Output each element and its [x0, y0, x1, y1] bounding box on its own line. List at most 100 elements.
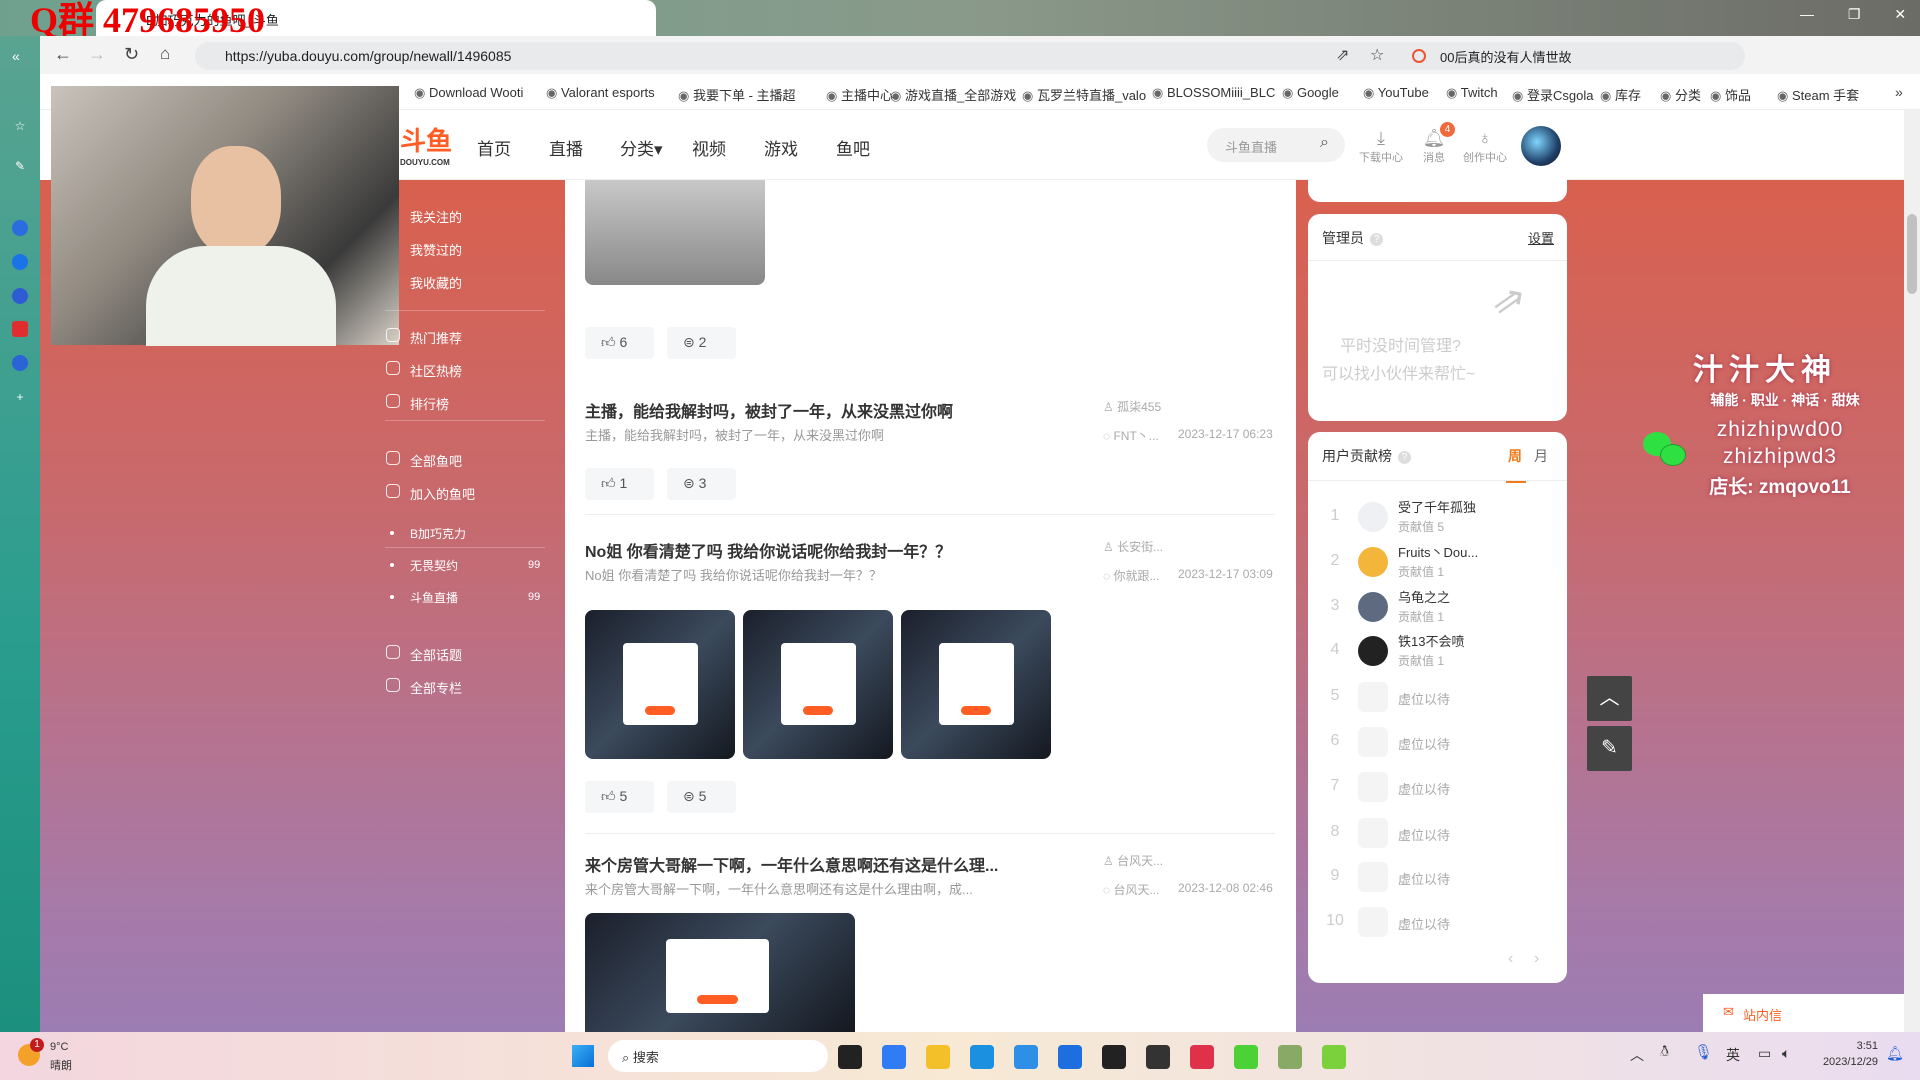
bookmark-item[interactable]: ◉ Steam 手套 — [1777, 85, 1859, 104]
post-image[interactable] — [585, 180, 765, 285]
search-suggestion[interactable]: 00后真的没有人情世故 — [1440, 47, 1571, 66]
bookmark-item[interactable]: ◉ Download Wooti — [414, 85, 523, 101]
ime-indicator[interactable]: 英 — [1726, 1045, 1740, 1065]
joined-group-item[interactable]: 斗鱼直播 — [410, 589, 458, 606]
comment-button[interactable]: ⊜ 5 — [667, 781, 736, 813]
nav-item[interactable]: 首页 — [477, 135, 511, 160]
volume-icon[interactable]: 🔈︎ — [1782, 1045, 1790, 1062]
bookmark-item[interactable]: ◉ 游戏直播_全部游戏 — [890, 85, 1016, 104]
bookmark-item[interactable]: ◉ 库存 — [1600, 85, 1641, 104]
post-author[interactable]: ♙ 台风天... — [1103, 852, 1163, 869]
last-replier[interactable]: ◌ 台风天... — [1103, 881, 1159, 898]
tab-week[interactable]: 周 — [1508, 446, 1522, 466]
taskbar-app-icon[interactable] — [1190, 1045, 1214, 1069]
post-image[interactable] — [901, 610, 1051, 759]
draw-icon[interactable]: ✎ — [12, 158, 28, 174]
joined-group-item[interactable]: 无畏契约 — [410, 557, 458, 574]
taskbar-app-icon[interactable] — [1278, 1045, 1302, 1069]
left-nav-item[interactable]: 社区热榜 — [410, 361, 462, 380]
bookmark-item[interactable]: ◉ 我要下单 - 主播超 — [678, 85, 796, 104]
left-nav-item[interactable]: 我赞过的 — [410, 240, 462, 259]
microphone-icon[interactable]: 🎙︎ — [1694, 1043, 1713, 1061]
app-icon[interactable] — [12, 288, 28, 304]
contributor-name[interactable]: 铁13不会喷 — [1398, 631, 1464, 650]
bookmark-item[interactable]: ◉ YouTube — [1363, 85, 1429, 101]
like-button[interactable]: 👍︎ 1 — [585, 468, 654, 500]
left-nav-item[interactable]: 加入的鱼吧 — [410, 484, 475, 503]
app-icon[interactable] — [12, 254, 28, 270]
post-title[interactable]: No姐 你看清楚了吗 我给你说话呢你给我封一年？？ — [585, 538, 951, 562]
download-center-button[interactable]: ⤓ 下载中心 — [1356, 127, 1406, 165]
add-icon[interactable]: + — [12, 389, 28, 405]
notification-bell-icon[interactable]: 🔔︎ — [1886, 1045, 1904, 1062]
nav-item[interactable]: 直播 — [549, 135, 583, 160]
scrollbar-thumb[interactable] — [1907, 214, 1917, 294]
left-nav-item[interactable]: 排行榜 — [410, 394, 449, 413]
next-page-button[interactable]: › — [1534, 950, 1539, 968]
nav-item[interactable]: 视频 — [692, 135, 726, 160]
network-icon[interactable]: ▭ — [1758, 1045, 1771, 1062]
star-icon[interactable]: ☆ — [1370, 45, 1384, 65]
bookmark-item[interactable]: ◉ 饰品 — [1710, 85, 1751, 104]
back-to-top-button[interactable]: ︿ — [1587, 676, 1632, 721]
bookmark-item[interactable]: ◉ BLOSSOMiiii_BLC — [1152, 85, 1275, 101]
home-button[interactable]: ⌂ — [160, 44, 170, 64]
user-avatar[interactable] — [1521, 126, 1561, 166]
tray-expand-icon[interactable]: ︿ — [1630, 1045, 1644, 1065]
app-icon[interactable] — [12, 321, 28, 337]
bookmark-item[interactable]: ◉ 瓦罗兰特直播_valo — [1022, 85, 1146, 104]
bookmark-item[interactable]: ◉ Valorant esports — [546, 85, 655, 101]
qq-tray-icon[interactable]: 🐧︎ — [1660, 1043, 1669, 1062]
post-author[interactable]: ♙ 孤柒455 — [1103, 398, 1161, 415]
post-summary[interactable]: 主播，能给我解封吗，被封了一年，从来没黑过你啊 — [585, 425, 884, 444]
comment-button[interactable]: ⊜ 3 — [667, 468, 736, 500]
post-summary[interactable]: 来个房管大哥解一下啊，一年什么意思啊还有这是什么理由啊，成... — [585, 879, 973, 898]
left-nav-item[interactable]: 我收藏的 — [410, 273, 462, 292]
back-button[interactable]: ← — [54, 44, 72, 65]
post-title[interactable]: 来个房管大哥解一下啊，一年什么意思啊还有这是什么理... — [585, 852, 998, 876]
taskbar-app-icon[interactable] — [1058, 1045, 1082, 1069]
user-avatar[interactable] — [1358, 502, 1388, 532]
forward-button[interactable]: → — [88, 44, 106, 65]
taskbar-app-icon[interactable] — [970, 1045, 994, 1069]
share-icon[interactable]: ⇗ — [1336, 45, 1349, 65]
window-controls[interactable]: — ❐ ✕ — [1800, 6, 1906, 23]
post-image[interactable] — [585, 610, 735, 759]
collapse-sidebar-icon[interactable]: « — [12, 48, 20, 64]
reload-button[interactable]: ↻ — [124, 44, 139, 65]
inbox-button[interactable]: ✉ 站内信 — [1703, 994, 1904, 1032]
taskbar-app-icon[interactable] — [1014, 1045, 1038, 1069]
help-icon[interactable]: ? — [1370, 233, 1383, 246]
user-avatar[interactable] — [1358, 547, 1388, 577]
bookmark-item[interactable]: ◉ Twitch — [1446, 85, 1498, 101]
taskbar-app-icon[interactable] — [926, 1045, 950, 1069]
taskbar-app-icon[interactable] — [882, 1045, 906, 1069]
clock-icon[interactable] — [12, 355, 28, 371]
tab-grid-icon[interactable]: ⊞ — [324, 8, 336, 25]
taskbar-app-icon[interactable] — [838, 1045, 862, 1069]
douyu-logo[interactable]: 斗鱼 DOUYU.COM — [400, 128, 452, 174]
post-image[interactable] — [743, 610, 893, 759]
comment-button[interactable]: ⊜ 2 — [667, 327, 736, 359]
start-button[interactable] — [572, 1045, 594, 1067]
nav-item[interactable]: 鱼吧 — [836, 135, 870, 160]
taskbar-app-icon[interactable] — [1102, 1045, 1126, 1069]
post-author[interactable]: ♙ 长安街... — [1103, 538, 1163, 555]
clock-date[interactable]: 2023/12/29 — [1810, 1056, 1878, 1068]
search-icon[interactable]: ⌕ — [1320, 134, 1329, 152]
bookmark-item[interactable]: ◉ Google — [1282, 85, 1339, 101]
like-button[interactable]: 👍︎ 6 — [585, 327, 654, 359]
nav-item[interactable]: 分类▾ — [620, 135, 663, 160]
taskbar-app-icon[interactable] — [1322, 1045, 1346, 1069]
taskbar-search[interactable]: ⌕ 搜索 — [608, 1040, 828, 1072]
help-icon[interactable]: ? — [1398, 451, 1411, 464]
contributor-name[interactable]: Fruits丶Dou... — [1398, 542, 1478, 561]
user-avatar[interactable] — [1358, 636, 1388, 666]
last-replier[interactable]: ◌ 你就跟... — [1103, 567, 1159, 584]
prev-page-button[interactable]: ‹ — [1508, 950, 1513, 968]
sogou-icon[interactable] — [1412, 49, 1426, 63]
tab-month[interactable]: 月 — [1534, 446, 1548, 466]
joined-group-item[interactable]: B加巧克力 — [410, 525, 466, 542]
taskbar-app-icon[interactable] — [1234, 1045, 1258, 1069]
favorites-icon[interactable]: ☆ — [12, 118, 28, 134]
